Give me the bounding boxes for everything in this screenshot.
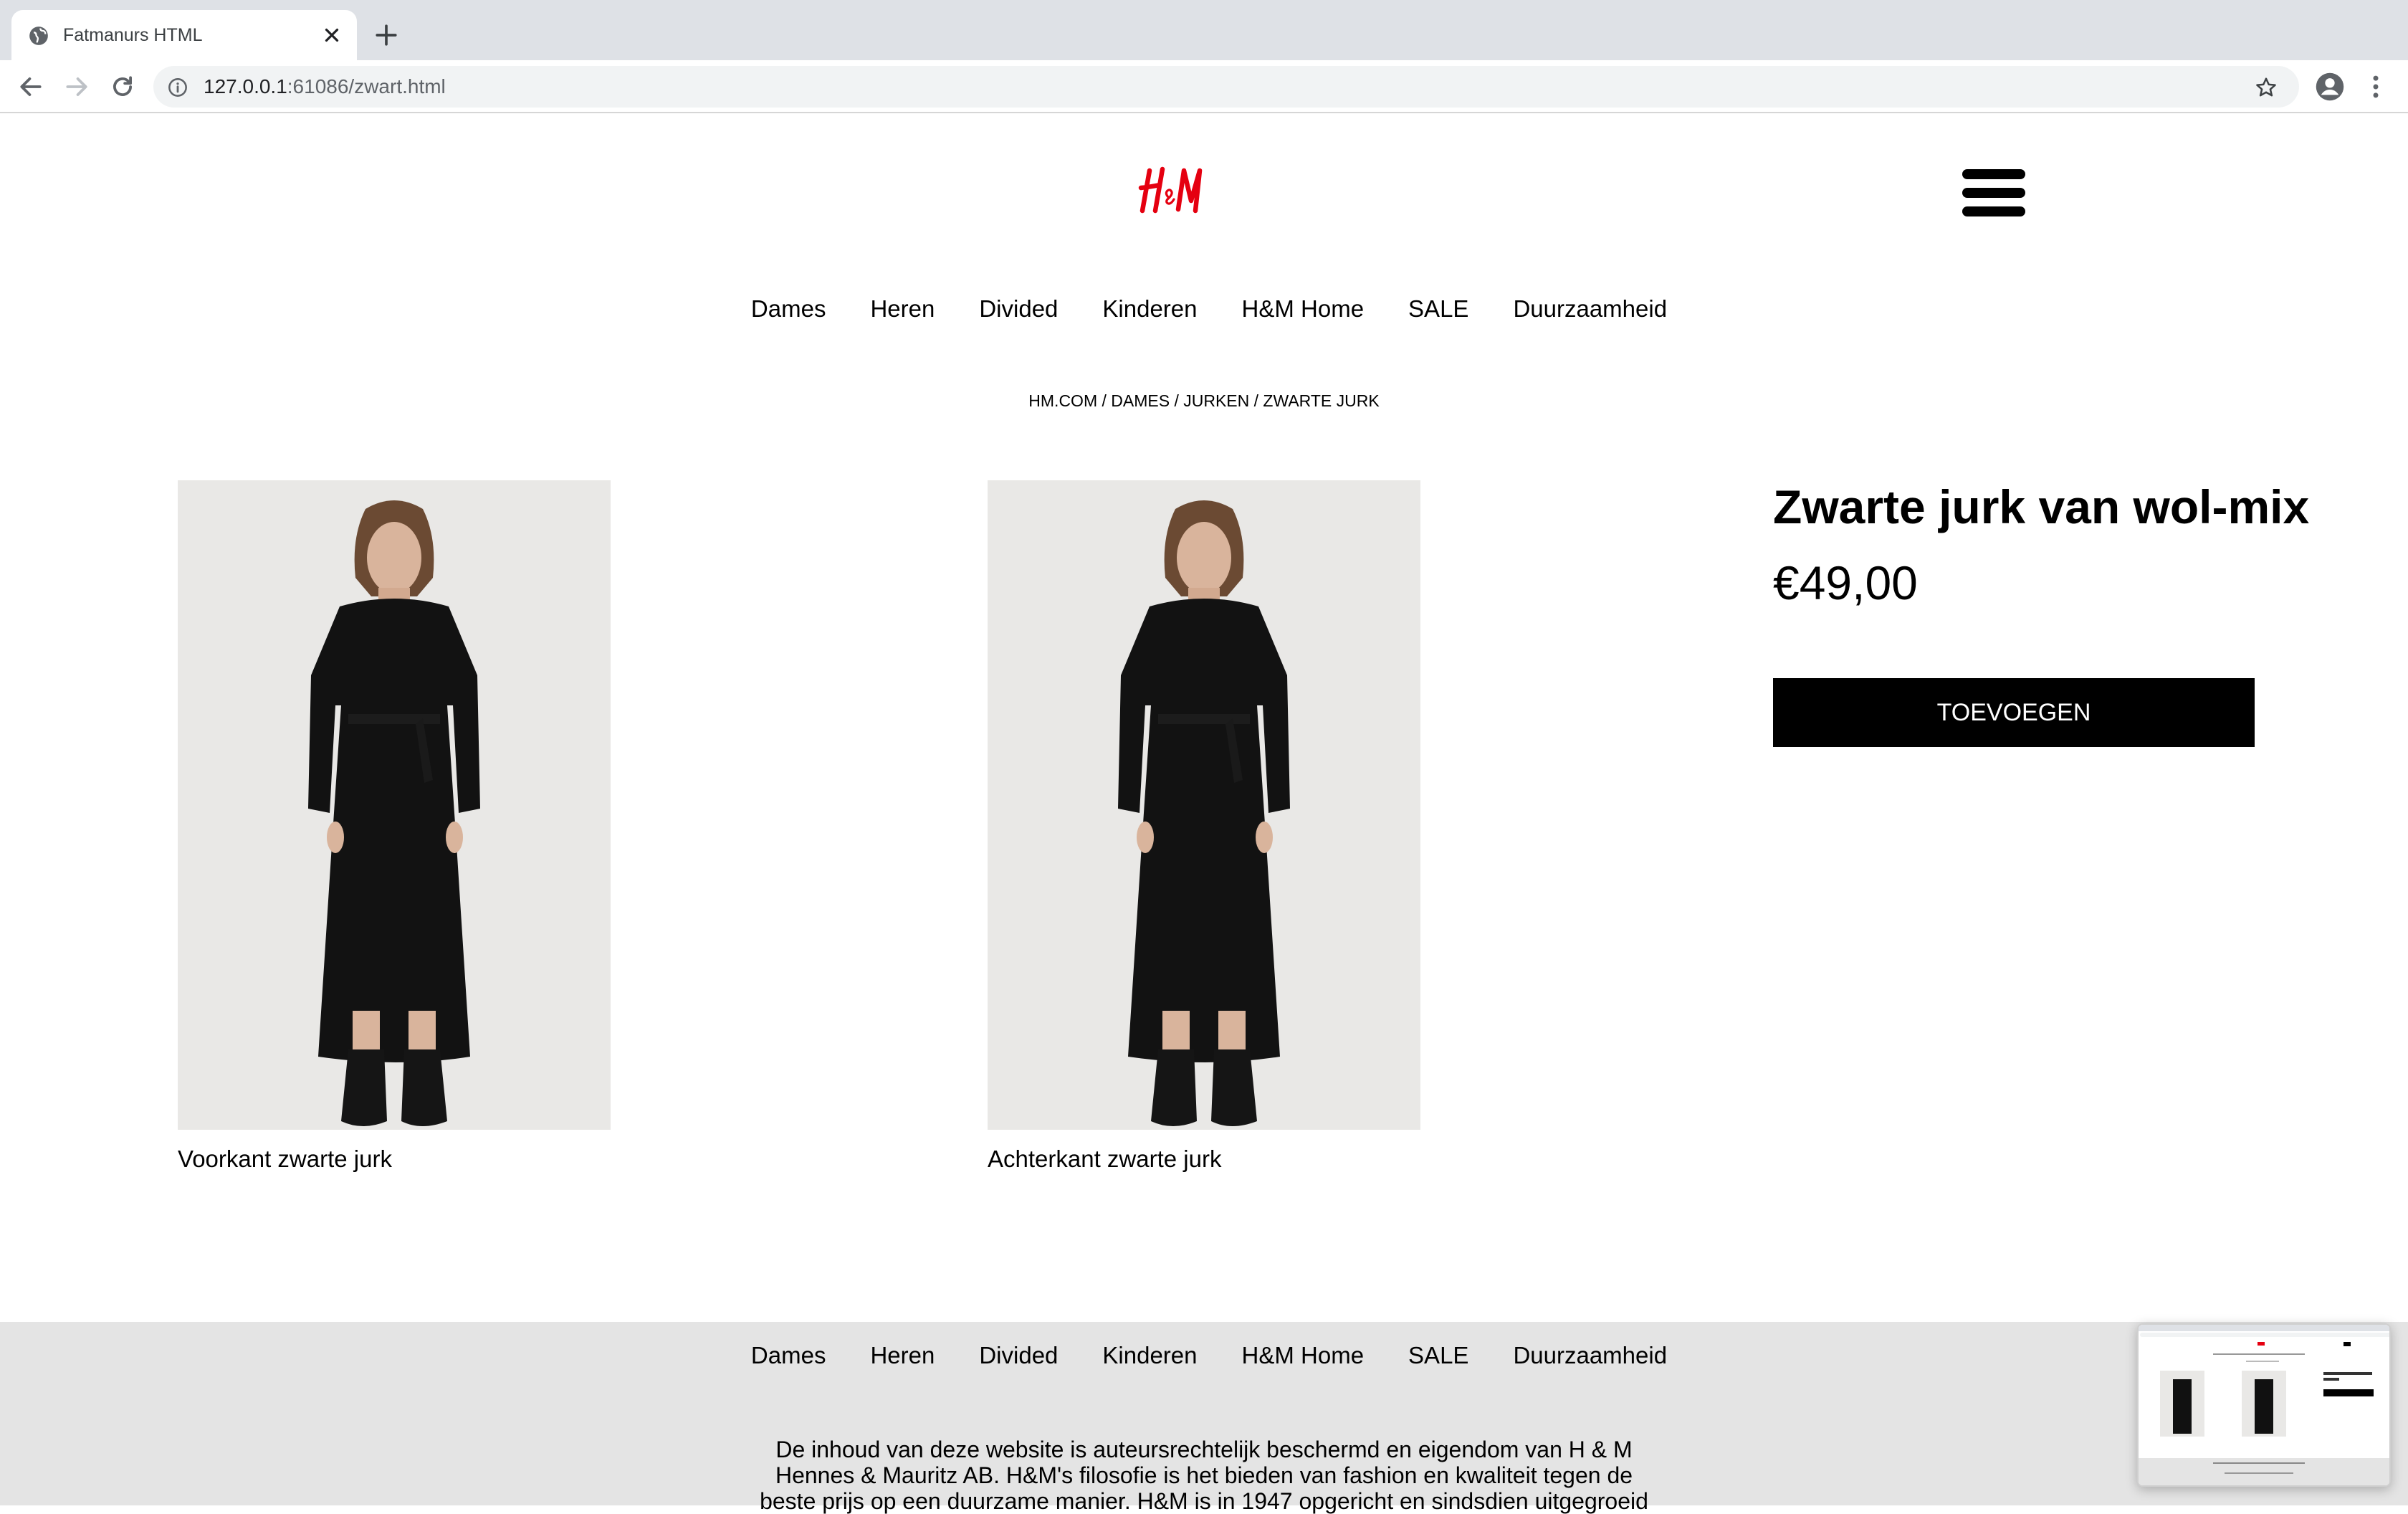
- footer-link-dames[interactable]: Dames: [751, 1339, 826, 1372]
- globe-icon: [29, 27, 48, 45]
- product-title: Zwarte jurk van wol-mix: [1773, 480, 2310, 533]
- footer-link-hm-home[interactable]: H&M Home: [1242, 1339, 1365, 1372]
- product-photo-back: [988, 480, 1420, 1130]
- main-nav: Dames Heren Divided Kinderen H&M Home SA…: [0, 292, 2408, 325]
- account-icon[interactable]: [2315, 72, 2345, 102]
- url-host: 127.0.0.1: [204, 75, 287, 97]
- nav-link-heren[interactable]: Heren: [870, 292, 935, 325]
- hm-logo[interactable]: [1134, 163, 1205, 215]
- footer-link-sale[interactable]: SALE: [1408, 1339, 1468, 1372]
- footer-link-duurzaamheid[interactable]: Duurzaamheid: [1513, 1339, 1667, 1372]
- reload-icon[interactable]: [109, 73, 136, 100]
- screenshot-thumbnail-preview[interactable]: [2137, 1323, 2391, 1487]
- photo-caption-back: Achterkant zwarte jurk: [988, 1146, 1222, 1172]
- tab-title: Fatmanurs HTML: [63, 25, 203, 45]
- url-text: 127.0.0.1:61086/zwart.html: [204, 75, 446, 99]
- footer-link-divided[interactable]: Divided: [979, 1339, 1058, 1372]
- bookmark-star-icon[interactable]: [2255, 76, 2278, 99]
- nav-link-dames[interactable]: Dames: [751, 292, 826, 325]
- breadcrumb: HM.COM / DAMES / JURKEN / ZWARTE JURK: [1028, 391, 1380, 410]
- forward-arrow-icon[interactable]: [63, 73, 90, 100]
- dress-model-image: [988, 480, 1420, 1130]
- page-footer: Dames Heren Divided Kinderen H&M Home SA…: [0, 1322, 2408, 1514]
- product-price: €49,00: [1773, 556, 1918, 609]
- back-arrow-icon[interactable]: [17, 73, 44, 100]
- nav-link-hm-home[interactable]: H&M Home: [1242, 292, 1365, 325]
- nav-link-duurzaamheid[interactable]: Duurzaamheid: [1513, 292, 1667, 325]
- footer-link-kinderen[interactable]: Kinderen: [1102, 1339, 1197, 1372]
- close-icon[interactable]: [321, 24, 343, 46]
- hamburger-menu-icon[interactable]: [1962, 168, 2025, 218]
- photo-caption-front: Voorkant zwarte jurk: [178, 1146, 392, 1172]
- footer-copyright-text: De inhoud van deze website is auteursrec…: [760, 1437, 1648, 1514]
- footer-nav: Dames Heren Divided Kinderen H&M Home SA…: [0, 1339, 2408, 1372]
- browser-tab-bar: Fatmanurs HTML: [0, 0, 2408, 60]
- nav-link-kinderen[interactable]: Kinderen: [1102, 292, 1197, 325]
- nav-link-sale[interactable]: SALE: [1408, 292, 1468, 325]
- add-to-cart-button[interactable]: TOEVOEGEN: [1773, 678, 2255, 747]
- thumbnail-image: [2139, 1325, 2389, 1485]
- info-icon[interactable]: [168, 77, 188, 97]
- nav-link-divided[interactable]: Divided: [979, 292, 1058, 325]
- new-tab-icon[interactable]: [374, 23, 398, 47]
- footer-link-heren[interactable]: Heren: [870, 1339, 935, 1372]
- dress-model-image: [178, 480, 611, 1130]
- browser-tab[interactable]: Fatmanurs HTML: [11, 10, 357, 60]
- browser-toolbar: 127.0.0.1:61086/zwart.html: [0, 60, 2408, 113]
- url-path: :61086/zwart.html: [287, 75, 446, 97]
- more-menu-icon[interactable]: [2365, 73, 2386, 100]
- product-photo-front: [178, 480, 611, 1130]
- address-bar[interactable]: 127.0.0.1:61086/zwart.html: [153, 66, 2299, 108]
